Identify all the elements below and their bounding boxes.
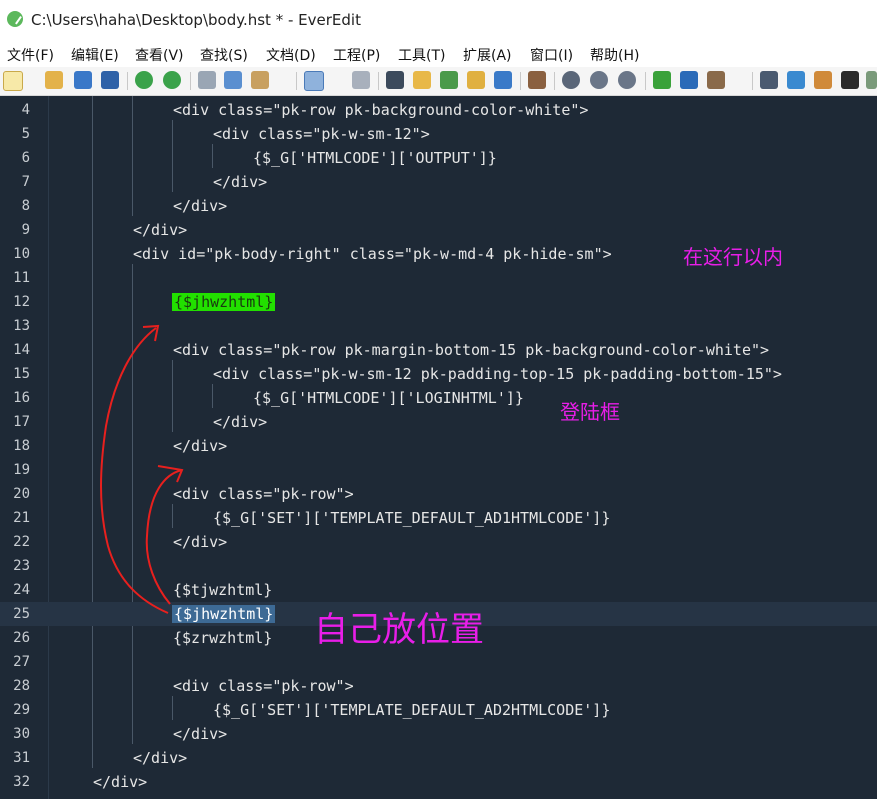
menu-window[interactable]: 窗口(I) [530, 45, 573, 65]
terminal-icon[interactable] [841, 71, 859, 89]
menu-project[interactable]: 工程(P) [333, 45, 380, 65]
cut-icon[interactable] [198, 71, 216, 89]
code-editor[interactable]: 4 <div class="pk-row pk-background-color-… [0, 96, 877, 799]
panel-icon[interactable] [680, 71, 698, 89]
menu-document[interactable]: 文档(D) [266, 45, 316, 65]
menu-search[interactable]: 查找(S) [200, 45, 248, 65]
toolbar-separator [296, 72, 297, 90]
copy-icon[interactable] [224, 71, 242, 89]
red-arrow-short [145, 469, 183, 605]
title-bar: C:\Users\haha\Desktop\body.hst * - EverE… [0, 0, 877, 41]
window-title: C:\Users\haha\Desktop\body.hst * - EverE… [31, 11, 361, 29]
undo-icon[interactable] [135, 71, 153, 89]
new-file-icon[interactable] [3, 71, 23, 91]
outline-icon[interactable] [787, 71, 805, 89]
paste-icon[interactable] [251, 71, 269, 89]
edit-icon[interactable] [413, 71, 431, 89]
toolbar-separator [520, 72, 521, 90]
everedit-app-icon [7, 11, 23, 27]
toolbar-separator [554, 72, 555, 90]
open-icon[interactable] [45, 71, 63, 89]
menu-bar: 文件(F) 编辑(E) 查看(V) 查找(S) 文档(D) 工程(P) 工具(T… [0, 41, 877, 67]
window-icon[interactable] [760, 71, 778, 89]
menu-view[interactable]: 查看(V) [135, 45, 184, 65]
toolbar-separator [127, 72, 128, 90]
save-all-icon[interactable] [101, 71, 119, 89]
wrap-icon[interactable] [304, 71, 324, 91]
menu-edit[interactable]: 编辑(E) [71, 45, 119, 65]
spell-check-icon[interactable] [440, 71, 458, 89]
tools-icon[interactable] [707, 71, 725, 89]
plugin-icon[interactable] [653, 71, 671, 89]
bookmark-prev-icon[interactable] [590, 71, 608, 89]
view-icon[interactable] [352, 71, 370, 89]
toolbar-separator [378, 72, 379, 90]
find-in-files-icon[interactable] [467, 71, 485, 89]
bookmark-next-icon[interactable] [618, 71, 636, 89]
menu-help[interactable]: 帮助(H) [590, 45, 639, 65]
arrowhead-short [157, 465, 184, 483]
bookmark-icon[interactable] [562, 71, 580, 89]
toolbar-separator [752, 72, 753, 90]
toolbar-separator [190, 72, 191, 90]
save-icon[interactable] [74, 71, 92, 89]
toolbar-separator [645, 72, 646, 90]
menu-tools[interactable]: 工具(T) [398, 45, 445, 65]
menu-extensions[interactable]: 扩展(A) [463, 45, 512, 65]
redo-icon[interactable] [163, 71, 181, 89]
toolbar [0, 67, 877, 96]
doc-icon[interactable] [814, 71, 832, 89]
column-icon[interactable] [528, 71, 546, 89]
red-arrow-long [100, 327, 169, 614]
overflow-icon[interactable] [866, 71, 877, 89]
red-arrow-overlay [100, 324, 184, 614]
find-icon[interactable] [386, 71, 404, 89]
menu-file[interactable]: 文件(F) [7, 45, 54, 65]
diff-icon[interactable] [494, 71, 512, 89]
